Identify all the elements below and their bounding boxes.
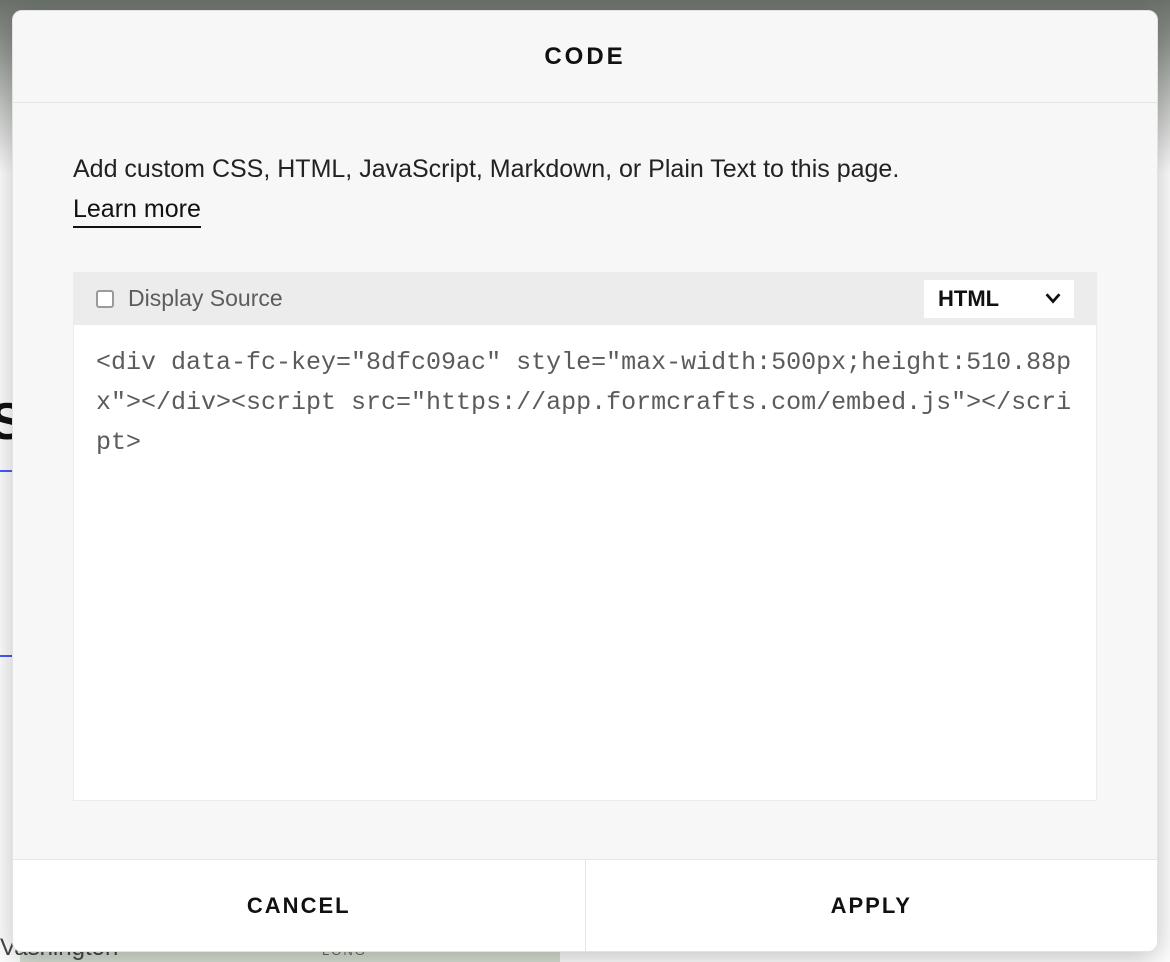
- modal-footer: CANCEL APPLY: [13, 859, 1157, 951]
- modal-intro-text: Add custom CSS, HTML, JavaScript, Markdo…: [73, 151, 1097, 189]
- modal-header: CODE: [13, 11, 1157, 103]
- cancel-button[interactable]: CANCEL: [13, 860, 585, 951]
- code-type-select[interactable]: HTML: [924, 280, 1074, 318]
- display-source-label: Display Source: [128, 285, 283, 312]
- learn-more-link[interactable]: Learn more: [73, 195, 201, 228]
- modal-body: Add custom CSS, HTML, JavaScript, Markdo…: [13, 103, 1157, 859]
- checkbox-icon: [96, 290, 114, 308]
- display-source-checkbox[interactable]: Display Source: [96, 285, 283, 312]
- code-textarea[interactable]: [74, 325, 1096, 795]
- code-type-selected-value: HTML: [938, 286, 999, 312]
- chevron-down-icon: [1042, 286, 1064, 308]
- apply-button[interactable]: APPLY: [585, 860, 1158, 951]
- code-block: Display Source HTML: [73, 272, 1097, 801]
- modal-title: CODE: [544, 43, 625, 71]
- code-toolbar: Display Source HTML: [74, 273, 1096, 325]
- code-modal: CODE Add custom CSS, HTML, JavaScript, M…: [12, 10, 1158, 952]
